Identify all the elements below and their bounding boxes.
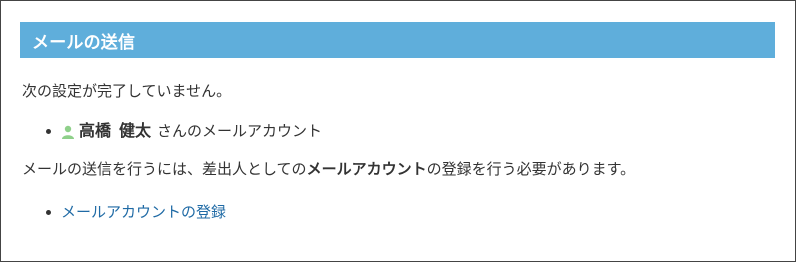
section-header: メールの送信 — [20, 22, 775, 58]
explanation-before: メールの送信を行うには、差出人としての — [22, 160, 307, 178]
account-suffix: さんのメールアカウント — [157, 122, 323, 140]
register-mail-account-link[interactable]: メールアカウントの登録 — [61, 202, 226, 222]
user-given-name: 健太 — [119, 121, 152, 140]
explanation-emphasis: メールアカウント — [306, 160, 427, 178]
message-panel: メールの送信 次の設定が完了していません。 高橋 健太 さんのメールアカウント メ… — [0, 0, 796, 262]
user-icon — [61, 124, 75, 139]
notice-text: 次の設定が完了していません。 — [22, 82, 232, 100]
list-item-pending-account: 高橋 健太 さんのメールアカウント — [46, 121, 322, 141]
list-item-register-link: メールアカウントの登録 — [46, 202, 226, 222]
user-name: 高橋 健太 — [79, 121, 151, 141]
bullet-icon — [46, 128, 51, 134]
user-family-name: 高橋 — [79, 121, 112, 140]
explanation-text: メールの送信を行うには、差出人としてのメールアカウントの登録を行う必要があります… — [22, 159, 635, 179]
explanation-after: の登録を行う必要があります。 — [426, 160, 636, 178]
section-title: メールの送信 — [32, 32, 136, 53]
bullet-icon — [46, 209, 51, 215]
